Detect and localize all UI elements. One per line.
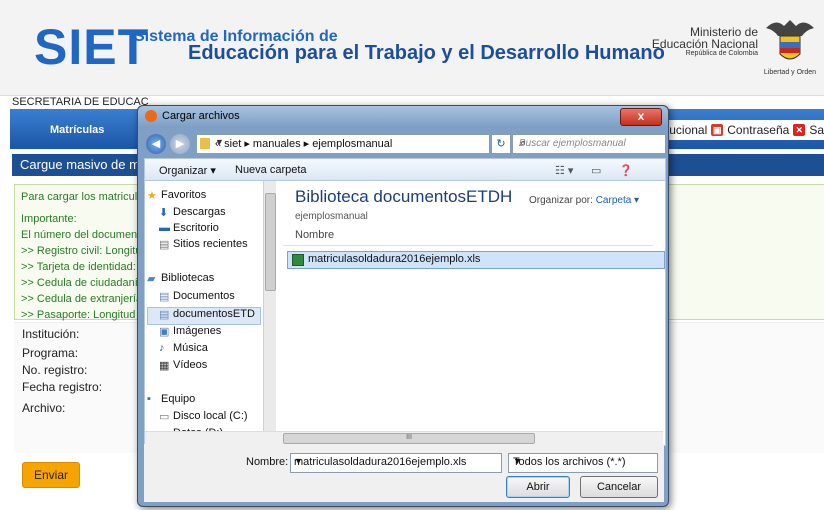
arrange-by-dropdown[interactable]: Carpeta ▾ xyxy=(596,195,639,206)
library-title: Biblioteca documentosETDH xyxy=(295,187,513,206)
chevron-down-icon[interactable]: ▼ xyxy=(215,137,485,147)
info-line: El número del documento xyxy=(21,229,147,241)
file-dialog: Cargar archivos x ◀ ▶ « siet ▸ manuales … xyxy=(137,105,669,507)
h-scroll-thumb[interactable]: III xyxy=(283,433,535,444)
motto: Libertad y Orden xyxy=(763,69,817,76)
download-icon: ⬇ xyxy=(159,207,169,219)
password-icon: ▣ xyxy=(711,124,724,136)
siet-logo[interactable]: SIET xyxy=(34,18,149,76)
address-bar: ◀ ▶ « siet ▸ manuales ▸ ejemplosmanual ▼… xyxy=(144,132,666,156)
desktop-icon: ▬ xyxy=(159,222,170,234)
search-icon[interactable]: ⌕ xyxy=(519,137,660,150)
registro-label: No. registro: xyxy=(22,363,88,377)
site-title-line2: Educación para el Trabajo y el Desarroll… xyxy=(188,42,665,64)
images-icon: ▣ xyxy=(159,326,170,338)
info-line: Para cargar los matriculad xyxy=(21,191,150,203)
folder-icon xyxy=(200,138,210,149)
ministry-line3: República de Colombia xyxy=(685,50,758,57)
nueva-carpeta-button[interactable]: Nueva carpeta xyxy=(235,164,307,176)
forward-icon[interactable]: ▶ xyxy=(170,134,190,154)
recent-places-icon: ▤ xyxy=(159,239,170,251)
documents-icon: ▤ xyxy=(159,291,170,303)
nav-salir[interactable]: Sa xyxy=(809,123,824,137)
libraries-icon: ▰ xyxy=(147,273,156,285)
preview-pane-icon[interactable]: ▭ xyxy=(591,164,601,177)
nav-item-imagenes[interactable]: Imágenes xyxy=(173,325,221,337)
nav-item-documentos[interactable]: Documentos xyxy=(173,290,235,302)
close-button[interactable]: x xyxy=(620,108,662,126)
nav-item-escritorio[interactable]: Escritorio xyxy=(173,222,219,234)
site-header: SIET Sistema de Información de Educación… xyxy=(0,0,824,96)
arrange-by-label: Organizar por: xyxy=(529,195,593,206)
nav-item-sitios-recientes[interactable]: Sitios recientes xyxy=(173,238,248,250)
nav-scrollbar[interactable] xyxy=(263,181,276,443)
abrir-button[interactable]: Abrir xyxy=(506,476,570,498)
nav-contrasena[interactable]: Contraseña xyxy=(727,123,789,137)
dialog-titlebar[interactable]: Cargar archivos x xyxy=(138,106,668,128)
library-subtitle: ejemplosmanual xyxy=(295,211,368,222)
nav-item-disco-local[interactable]: Disco local (C:) xyxy=(173,410,248,422)
nav-item-equipo[interactable]: Equipo xyxy=(161,393,195,405)
exit-icon: ✕ xyxy=(793,124,806,136)
dialog-footer: Nombre: matriculasoldadura2016ejemplo.xl… xyxy=(144,444,664,502)
filename-input[interactable]: matriculasoldadura2016ejemplo.xls ▼ xyxy=(290,453,502,473)
archivo-label: Archivo: xyxy=(22,401,66,415)
file-name: matriculasoldadura2016ejemplo.xls xyxy=(308,253,481,265)
path-field[interactable]: « siet ▸ manuales ▸ ejemplosmanual ▼ xyxy=(196,134,490,154)
search-input[interactable]: Buscar ejemplosmanual ⌕ xyxy=(512,134,666,154)
arrange-by: Organizar por: Carpeta ▾ xyxy=(529,195,639,206)
secretaria-label: SECRETARIA DE EDUCAC xyxy=(12,96,149,108)
nav-item-musica[interactable]: Música xyxy=(173,342,208,354)
nav-item-documentosetd[interactable]: documentosETD xyxy=(173,308,255,320)
star-icon: ★ xyxy=(147,190,157,202)
file-item[interactable]: matriculasoldadura2016ejemplo.xls xyxy=(287,251,665,269)
library-folder-icon: ▤ xyxy=(159,309,170,321)
ministry-line2: Educación Nacional xyxy=(651,37,758,51)
refresh-icon[interactable]: ↻ xyxy=(491,134,511,154)
ministry-label: Ministerio de Educación Nacional Repúbli… xyxy=(652,26,758,57)
column-divider xyxy=(283,245,653,246)
nav-item-videos[interactable]: Vídeos xyxy=(173,359,207,371)
chevron-down-icon[interactable]: ▼ xyxy=(294,456,497,466)
nav-item-descargas[interactable]: Descargas xyxy=(173,206,226,218)
nav-item-bibliotecas[interactable]: Bibliotecas xyxy=(161,272,214,284)
disk-c-icon: ▭ xyxy=(159,411,170,423)
horizontal-scrollbar[interactable]: III xyxy=(145,431,663,444)
dialog-body: ★ Favoritos ⬇ Descargas ▬ Escritorio ▤ S… xyxy=(144,180,666,446)
info-line: >> Pasaporte: Longitud en xyxy=(21,309,151,321)
fecha-label: Fecha registro: xyxy=(22,380,103,394)
cancelar-button[interactable]: Cancelar xyxy=(580,476,658,498)
chevron-down-icon[interactable]: ▼ xyxy=(513,456,653,466)
programa-label: Programa: xyxy=(22,346,79,360)
dialog-toolbar: Organizar ▾ Nueva carpeta ☷ ▾ ▭ ❓ xyxy=(144,158,666,181)
dialog-title: Cargar archivos xyxy=(162,110,240,122)
nav-matriculas[interactable]: Matrículas xyxy=(50,124,104,136)
colombia-crest-icon: Libertad y Orden xyxy=(762,14,818,76)
filename-label: Nombre: xyxy=(246,456,289,468)
back-icon[interactable]: ◀ xyxy=(146,134,166,154)
info-line: >> Registro civil: Longitud xyxy=(21,245,148,257)
nav-right: nstitucional ▣ Contraseña ✕ Sa xyxy=(643,120,824,140)
browser-icon xyxy=(145,110,157,122)
file-type-select[interactable]: Todos los archivos (*.*) ▼ xyxy=(508,453,658,473)
scroll-thumb[interactable] xyxy=(265,193,276,291)
help-icon[interactable]: ❓ xyxy=(619,164,633,177)
file-list-pane: Biblioteca documentosETDH ejemplosmanual… xyxy=(279,181,665,431)
info-line: >> Cedula de extranjería: xyxy=(21,293,146,305)
info-line: Importante: xyxy=(21,213,77,225)
excel-file-icon xyxy=(292,254,304,266)
view-options-icon[interactable]: ☷ ▾ xyxy=(555,164,573,177)
column-header-nombre[interactable]: Nombre xyxy=(295,229,334,241)
music-icon: ♪ xyxy=(159,342,165,354)
info-line: >> Tarjeta de identidad: L xyxy=(21,261,145,273)
computer-icon: ▪ xyxy=(147,393,151,405)
video-icon: ▦ xyxy=(159,360,170,372)
organizar-button[interactable]: Organizar ▾ xyxy=(159,164,216,177)
institucion-label: Institución: xyxy=(22,327,80,341)
navigation-pane: ★ Favoritos ⬇ Descargas ▬ Escritorio ▤ S… xyxy=(145,181,263,443)
enviar-button[interactable]: Enviar xyxy=(22,462,80,488)
info-line: >> Cedula de ciudadanía: xyxy=(21,277,147,289)
nav-item-favoritos[interactable]: Favoritos xyxy=(161,189,206,201)
